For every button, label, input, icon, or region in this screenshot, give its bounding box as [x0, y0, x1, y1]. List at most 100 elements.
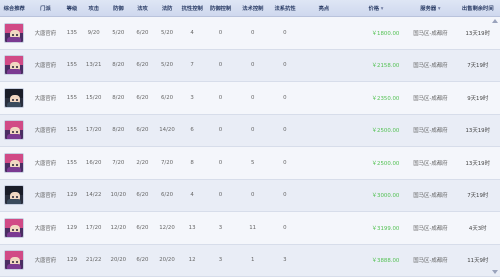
level-cell: 129 [66, 192, 78, 199]
table-cell: 16/20 [85, 159, 102, 166]
table-body: 大唐官府 135 9/20 5/20 6/20 5/20 4 0 0 0 ￥1800.00 国马区-成… [0, 17, 500, 277]
price-cell: ￥3888.00 [371, 258, 400, 265]
avatar-cell[interactable] [0, 22, 28, 43]
column-header: 亮点 [318, 6, 330, 12]
table-cell: 10/20 [110, 192, 127, 199]
table-cell: 7 [190, 62, 194, 69]
avatar-cell[interactable] [0, 250, 28, 271]
character-avatar-icon[interactable] [4, 185, 25, 206]
level-cell: 155 [66, 127, 78, 134]
sect-cell: 大唐官府 [34, 160, 57, 167]
table-cell: 6 [190, 127, 194, 134]
column-header: 法防 [161, 6, 173, 12]
table-row[interactable]: 大唐官府 155 17/20 8/20 6/20 14/20 6 0 0 0 ￥2500.00 国马区… [0, 114, 500, 147]
table-cell: 6/20 [136, 29, 149, 36]
table-cell: 6/20 [136, 127, 149, 134]
avatar-cell[interactable] [0, 152, 28, 173]
time-left-cell: 4天3时 [468, 225, 487, 232]
table-cell: 8/20 [112, 127, 125, 134]
price-cell: ￥2350.00 [371, 95, 400, 102]
table-cell: 6/20 [160, 94, 174, 101]
table-row[interactable]: 大唐官府 155 13/21 8/20 6/20 5/20 7 0 0 0 ￥2158.00 国马区-… [0, 49, 500, 82]
table-row[interactable]: 大唐官府 155 16/20 7/20 2/20 7/20 8 0 5 0 ￥2500.00 国马区-… [0, 147, 500, 180]
character-avatar-icon[interactable] [4, 217, 25, 238]
avatar-cell[interactable] [0, 185, 28, 206]
server-cell: 国马区-成都府 [413, 30, 448, 37]
table-cell: 8/20 [112, 62, 125, 69]
table-cell: 0 [218, 62, 223, 69]
column-header: 防御 [113, 6, 124, 12]
table-cell: 0 [250, 62, 255, 69]
table-cell: 0 [283, 159, 287, 166]
time-left-cell: 11天9时 [467, 258, 489, 265]
sect-cell: 大唐官府 [34, 128, 57, 135]
table-cell: 0 [218, 29, 223, 36]
table-cell: 0 [218, 192, 223, 199]
scroll-up-arrow-icon[interactable] [492, 19, 498, 23]
sect-cell: 大唐官府 [34, 95, 57, 102]
table-cell: 7/20 [160, 159, 174, 166]
table-cell: 0 [218, 159, 223, 166]
column-header: 法术控制 [242, 6, 264, 12]
table-cell: 3 [283, 257, 287, 264]
column-header[interactable]: 服务器 [405, 4, 455, 12]
character-avatar-icon[interactable] [4, 152, 25, 173]
table-cell: 12/20 [159, 224, 175, 231]
table-row[interactable]: 大唐官府 129 21/22 20/20 6/20 20/20 12 3 1 3 ￥3888.00 国… [0, 244, 500, 277]
table-cell: 0 [283, 192, 287, 199]
server-cell: 国马区-成都府 [413, 95, 448, 102]
scroll-down-arrow-icon[interactable] [492, 270, 498, 274]
column-header[interactable]: 价格 [347, 4, 406, 12]
table-cell: 6/20 [136, 257, 149, 264]
character-avatar-icon[interactable] [4, 250, 25, 271]
time-left-cell: 13天19时 [465, 30, 490, 37]
table-cell: 21/22 [85, 257, 102, 264]
column-header: 等级 [66, 6, 78, 12]
table-cell: 5/20 [112, 29, 125, 36]
table-cell: 20/20 [110, 257, 127, 264]
price-cell: ￥3199.00 [371, 225, 400, 232]
table-cell: 8/20 [112, 94, 125, 101]
table-cell: 6/20 [160, 192, 174, 199]
table-header: 综合推荐 门派 等级 攻击 防御 法攻 法防 抗性控制 防御控制 法术控制 法系抗性 亮点 价格服务器出… [0, 0, 500, 17]
sect-cell: 大唐官府 [34, 30, 57, 37]
table-cell: 0 [250, 94, 255, 101]
server-cell: 国马区-成都府 [413, 193, 448, 200]
table-cell: 14/22 [85, 192, 102, 199]
table-cell: 0 [283, 94, 287, 101]
table-cell: 0 [283, 62, 287, 69]
table-cell: 12 [188, 257, 196, 264]
table-cell: 0 [283, 224, 287, 231]
table-cell: 3 [190, 94, 194, 101]
table-cell: 5/20 [160, 29, 174, 36]
table-cell: 0 [283, 127, 287, 134]
table-row[interactable]: 大唐官府 135 9/20 5/20 6/20 5/20 4 0 0 0 ￥1800.00 国马区-成… [0, 17, 500, 50]
avatar-cell[interactable] [0, 120, 28, 141]
level-cell: 155 [66, 159, 78, 166]
table-cell: 9/20 [87, 29, 100, 36]
table-cell: 0 [250, 192, 255, 199]
avatar-cell[interactable] [0, 55, 28, 76]
table-cell: 20/20 [159, 257, 175, 264]
table-row[interactable]: 大唐官府 155 15/20 8/20 6/20 6/20 3 0 0 0 ￥2350.00 国马区-… [0, 82, 500, 115]
column-header: 防御控制 [210, 6, 232, 12]
character-avatar-icon[interactable] [4, 120, 25, 141]
server-cell: 国马区-成都府 [413, 63, 448, 70]
column-header: 出售剩余时间 [461, 6, 494, 12]
table-cell: 0 [250, 29, 255, 36]
character-avatar-icon[interactable] [4, 55, 25, 76]
column-header: 综合推荐 [3, 6, 25, 12]
avatar-cell[interactable] [0, 87, 28, 108]
character-avatar-icon[interactable] [4, 87, 25, 108]
server-cell: 国马区-成都府 [413, 128, 448, 135]
avatar-cell[interactable] [0, 217, 28, 238]
table-cell: 15/20 [85, 94, 102, 101]
table-cell: 0 [218, 127, 223, 134]
level-cell: 155 [66, 94, 78, 101]
level-cell: 129 [66, 224, 78, 231]
table-row[interactable]: 大唐官府 129 14/22 10/20 6/20 6/20 4 0 0 0 ￥3000.00 国马区… [0, 179, 500, 212]
table-cell: 6/20 [136, 94, 149, 101]
table-row[interactable]: 大唐官府 129 17/20 12/20 6/20 12/20 13 3 11 0 ￥3199.00… [0, 212, 500, 245]
price-cell: ￥1800.00 [371, 30, 400, 37]
character-avatar-icon[interactable] [4, 22, 25, 43]
